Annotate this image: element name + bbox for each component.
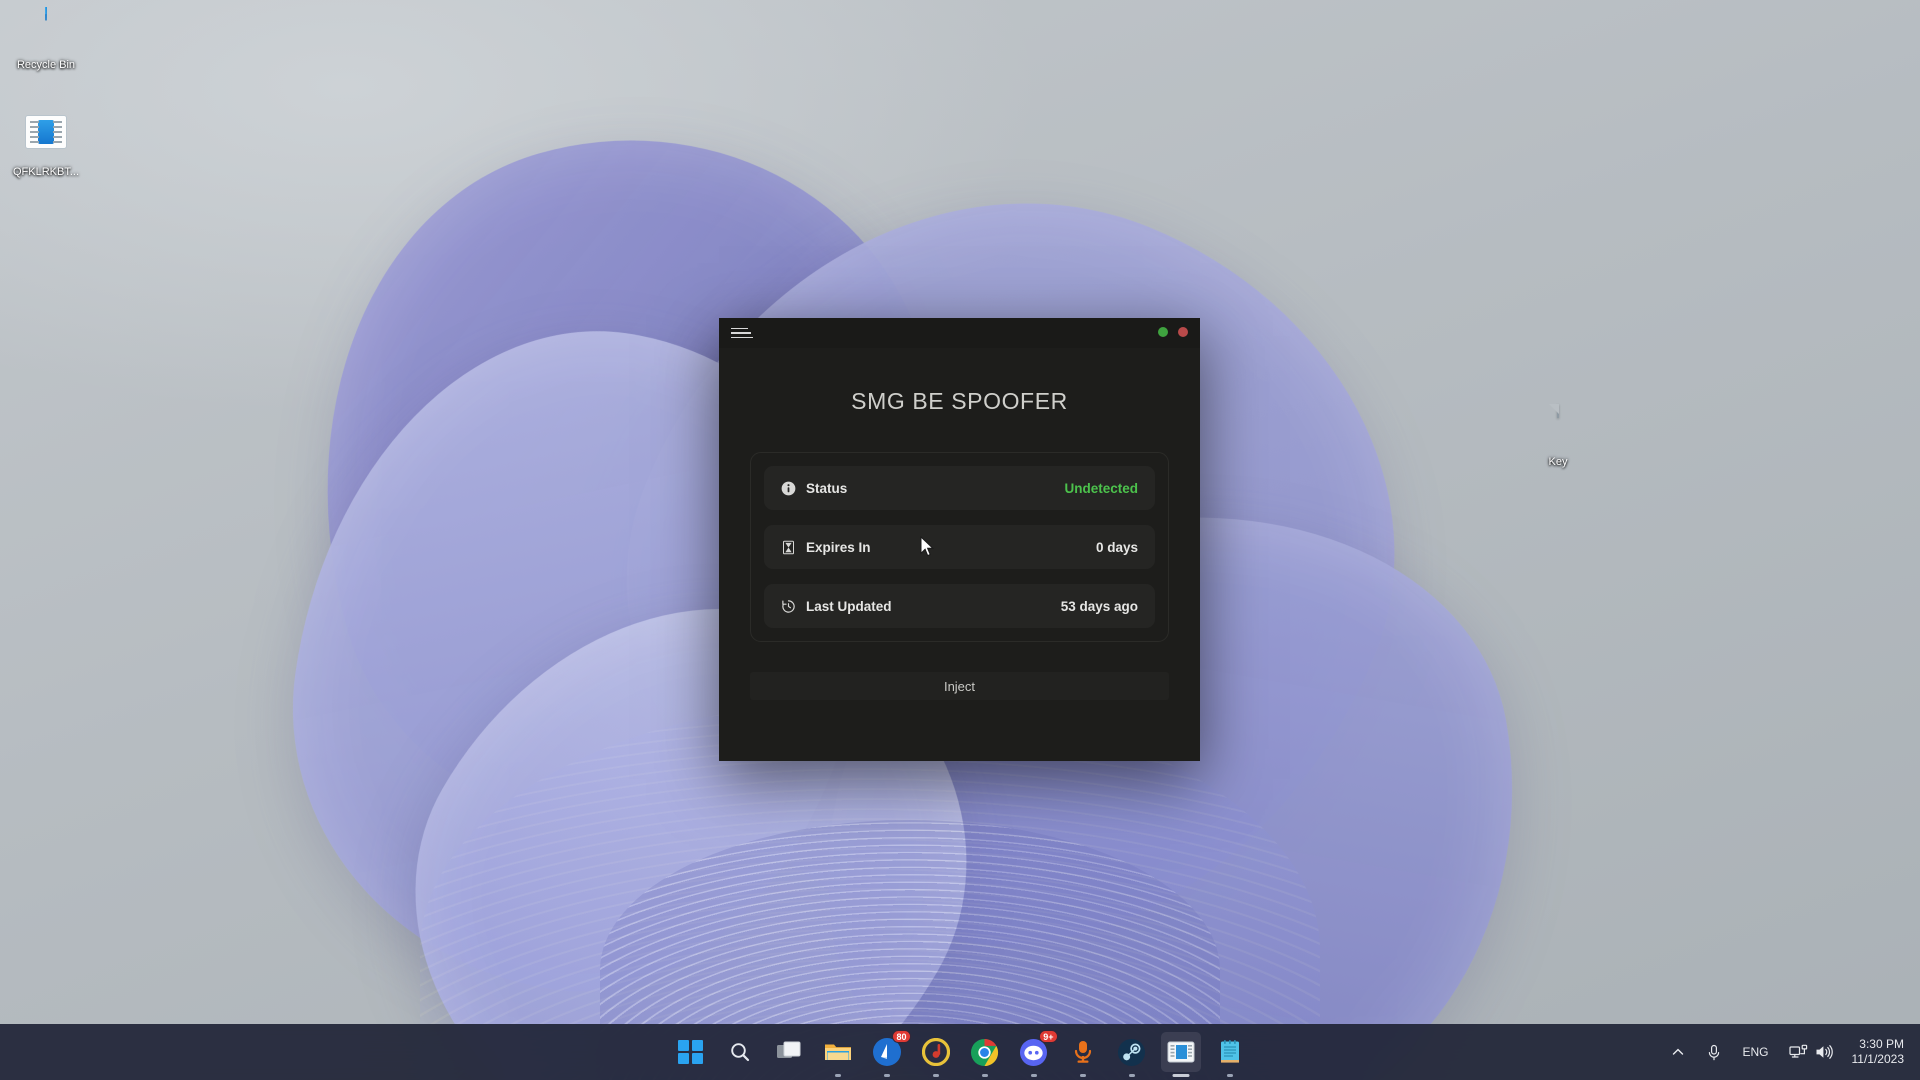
taskbar-item-search[interactable] (720, 1032, 760, 1072)
recycle-bin-icon (4, 8, 88, 54)
running-indicator (835, 1074, 841, 1077)
language-indicator[interactable]: ENG (1735, 1045, 1775, 1059)
taskbar-item-music[interactable] (916, 1032, 956, 1072)
running-indicator (1227, 1074, 1233, 1077)
taskbar-item-spoofer-app[interactable] (1161, 1032, 1201, 1072)
microphone-icon[interactable] (1699, 1035, 1729, 1069)
taskbar-item-edge[interactable]: 80 (867, 1032, 907, 1072)
inject-button[interactable]: Inject (750, 672, 1169, 700)
clock[interactable]: 3:30 PM 11/1/2023 (1846, 1037, 1907, 1067)
ethernet-network-icon (1789, 1044, 1808, 1061)
taskbar-item-discord[interactable]: 9+ (1014, 1032, 1054, 1072)
application-window-icon (1167, 1040, 1195, 1064)
expires-in-label: Expires In (806, 540, 871, 555)
taskbar-item-file-explorer[interactable] (818, 1032, 858, 1072)
network-volume-group[interactable] (1782, 1044, 1840, 1061)
taskbar-item-notepad[interactable] (1210, 1032, 1250, 1072)
running-indicator (933, 1074, 939, 1077)
running-indicator (982, 1074, 988, 1077)
window-controls (1158, 327, 1188, 337)
page-title: SMG BE SPOOFER (719, 388, 1200, 415)
chevron-up-icon[interactable] (1663, 1035, 1693, 1069)
desktop-icon-label: Key (1549, 456, 1568, 468)
taskbar-item-microphone-app[interactable] (1063, 1032, 1103, 1072)
search-icon (728, 1040, 752, 1064)
running-indicator (1080, 1074, 1086, 1077)
text-document-icon (1516, 405, 1600, 451)
steam-icon (1117, 1038, 1146, 1067)
status-badge: Undetected (1064, 481, 1138, 496)
desktop-icon-key[interactable]: Key (1516, 405, 1600, 469)
notification-badge: 80 (892, 1030, 910, 1043)
clock-date: 11/1/2023 (1852, 1052, 1905, 1067)
hamburger-menu-icon[interactable] (731, 328, 748, 339)
spoofer-app-window: SMG BE SPOOFER Status Undetected Expires… (719, 318, 1200, 761)
chrome-browser-icon (970, 1038, 999, 1067)
task-view-icon (776, 1040, 802, 1064)
file-explorer-icon (824, 1040, 852, 1064)
history-icon (781, 599, 796, 614)
notification-badge: 9+ (1039, 1030, 1057, 1043)
notepad-icon (1218, 1039, 1242, 1065)
running-indicator (1031, 1074, 1037, 1077)
desktop-icon-label: QFKLRKBT... (13, 166, 79, 178)
info-icon (781, 481, 796, 496)
music-player-icon (922, 1038, 950, 1066)
running-indicator (884, 1074, 890, 1077)
last-updated-label: Last Updated (806, 599, 892, 614)
close-dot-red[interactable] (1178, 327, 1188, 337)
taskbar-items: 80 (671, 1032, 1250, 1072)
taskbar-item-task-view[interactable] (769, 1032, 809, 1072)
status-row-status: Status Undetected (764, 466, 1155, 510)
status-row-expires-in: Expires In 0 days (764, 525, 1155, 569)
status-card: Status Undetected Expires In 0 days Last… (750, 452, 1169, 642)
taskbar-item-start[interactable] (671, 1032, 711, 1072)
application-window-icon (4, 115, 88, 161)
desktop-icon-label: Recycle Bin (17, 59, 75, 71)
last-updated-value: 53 days ago (1061, 599, 1138, 614)
taskbar-item-chrome[interactable] (965, 1032, 1005, 1072)
taskbar-item-steam[interactable] (1112, 1032, 1152, 1072)
hourglass-icon (781, 540, 796, 555)
microphone-icon (1071, 1039, 1095, 1065)
clock-time: 3:30 PM (1852, 1037, 1905, 1052)
active-indicator (1172, 1074, 1189, 1077)
desktop-icon-qfklrkbt[interactable]: QFKLRKBT... (4, 108, 88, 179)
running-indicator (1129, 1074, 1135, 1077)
app-titlebar[interactable] (719, 318, 1200, 348)
status-row-last-updated: Last Updated 53 days ago (764, 584, 1155, 628)
expires-in-value: 0 days (1096, 540, 1138, 555)
desktop-icon-recycle-bin[interactable]: Recycle Bin (4, 8, 88, 72)
taskbar: 80 (0, 1024, 1920, 1080)
windows-start-icon (678, 1040, 703, 1065)
volume-icon (1815, 1044, 1833, 1060)
system-tray: ENG 3:30 PM 11/1/2023 (1663, 1024, 1920, 1080)
minimize-dot-green[interactable] (1158, 327, 1168, 337)
status-label: Status (806, 481, 847, 496)
